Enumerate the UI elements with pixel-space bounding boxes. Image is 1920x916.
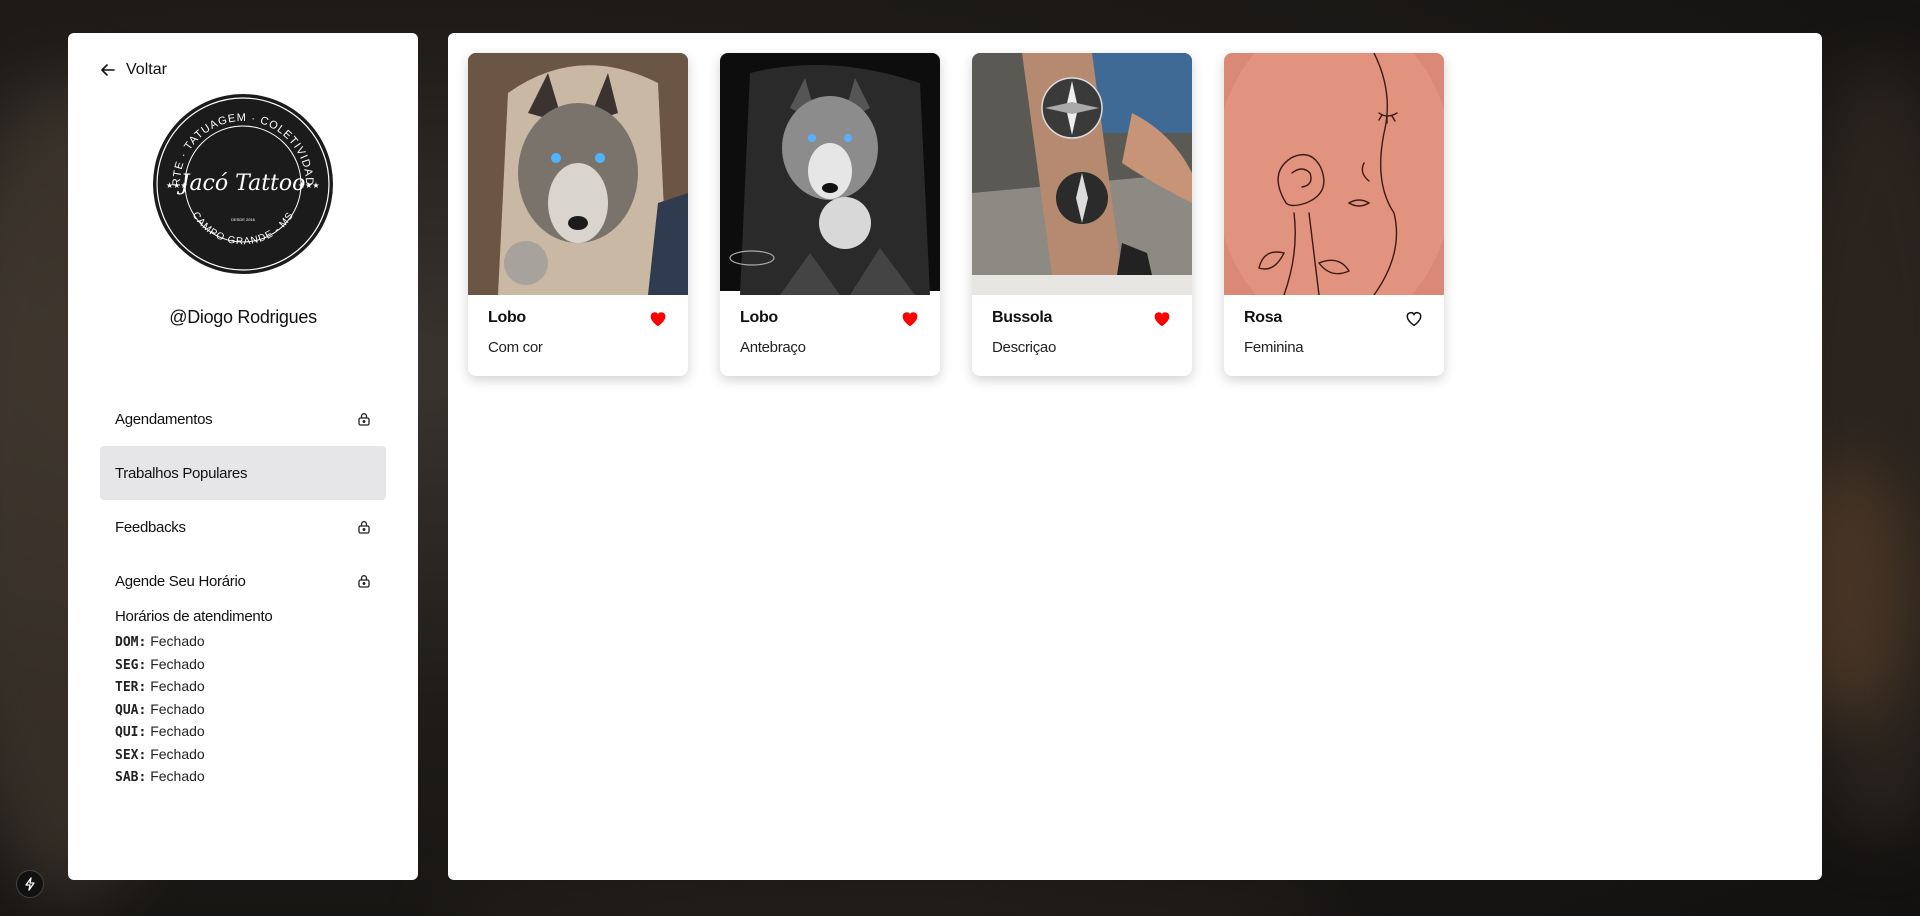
hours-status: Fechado — [150, 723, 205, 739]
hours-day: QUI: — [115, 725, 147, 740]
lock-icon — [358, 575, 370, 588]
studio-logo: ARTE · TATUAGEM · COLETIVIDADE CAMPO GRA… — [152, 93, 333, 274]
nav-item-trabalhos-populares[interactable]: Trabalhos Populares — [100, 446, 386, 500]
work-subtitle: Com cor — [488, 339, 543, 356]
work-title: Bussola — [992, 309, 1053, 326]
hours-day: SEX: — [115, 747, 147, 763]
hours-day: SEG: — [115, 657, 147, 673]
profile-username: @Diogo Rodrigues — [169, 307, 317, 327]
hours-row: TER: Fechado — [115, 676, 375, 699]
hours-row: SEG: Fechado — [115, 654, 375, 677]
nav-item-label: Trabalhos Populares — [115, 464, 248, 482]
nav-item-agende-seu-horario[interactable]: Agende Seu Horário — [100, 554, 386, 608]
nav-item-label: Agendamentos — [115, 410, 213, 428]
work-subtitle: Feminina — [1244, 339, 1304, 356]
hours-row: QUI: Fechado — [115, 721, 375, 744]
hours-day: DOM: — [115, 635, 147, 650]
hours-day: SAB: — [115, 770, 147, 785]
wolf-moon-tattoo-image — [720, 53, 940, 295]
profile-nav: Agendamentos Trabalhos Populares Feedbac… — [100, 392, 386, 608]
work-title: Rosa — [1244, 309, 1282, 326]
bolt-icon — [25, 877, 35, 891]
heart-filled-icon[interactable] — [648, 309, 668, 327]
hours-status: Fechado — [150, 633, 205, 649]
wolf-tattoo-image — [468, 53, 688, 295]
popular-works-grid: Lobo Com cor Lobo Antebraço Bussola Desc… — [468, 53, 1444, 376]
hours-status: Fechado — [150, 655, 205, 672]
nav-item-label: Agende Seu Horário — [115, 572, 246, 590]
svg-text:DESDE 2016: DESDE 2016 — [231, 217, 256, 222]
dev-tools-button[interactable] — [16, 870, 44, 898]
nav-item-label: Feedbacks — [115, 518, 186, 536]
hours-row: SEX: Fechado — [115, 744, 375, 767]
work-card[interactable]: Lobo Com cor — [468, 53, 688, 376]
svg-text:Jacó Tattoo: Jacó Tattoo — [177, 171, 306, 196]
work-card[interactable]: Lobo Antebraço — [720, 53, 940, 376]
work-card[interactable]: Bussola Descriçao — [972, 53, 1192, 376]
heart-filled-icon[interactable] — [900, 309, 920, 327]
nav-item-feedbacks[interactable]: Feedbacks — [100, 500, 386, 554]
hours-status: Fechado — [150, 700, 205, 717]
opening-hours: Horários de atendimento DOM: Fechado SEG… — [115, 608, 375, 789]
hours-day: QUA: — [115, 702, 147, 718]
lock-icon — [358, 413, 370, 426]
hours-status: Fechado — [150, 768, 205, 784]
hours-row: DOM: Fechado — [115, 631, 375, 654]
work-title: Lobo — [488, 309, 526, 326]
hours-row: QUA: Fechado — [115, 699, 375, 722]
heart-outline-icon[interactable] — [1404, 309, 1424, 327]
back-label: Voltar — [126, 61, 167, 78]
hours-day: TER: — [115, 680, 147, 695]
work-subtitle: Descriçao — [992, 339, 1056, 356]
profile-sidebar: Voltar ARTE · TATUAGEM · COLETIVIDADE CA… — [68, 33, 418, 880]
nav-item-agendamentos[interactable]: Agendamentos — [100, 392, 386, 446]
heart-filled-icon[interactable] — [1152, 309, 1172, 327]
hours-status: Fechado — [150, 678, 205, 694]
main-content: Lobo Com cor Lobo Antebraço Bussola Desc… — [448, 33, 1822, 880]
hours-row: SAB: Fechado — [115, 766, 375, 789]
work-subtitle: Antebraço — [740, 339, 806, 356]
rose-tattoo-image — [1224, 53, 1444, 295]
back-button[interactable]: Voltar — [100, 61, 167, 79]
work-title: Lobo — [740, 309, 778, 326]
opening-hours-title: Horários de atendimento — [115, 608, 273, 625]
work-card[interactable]: Rosa Feminina — [1224, 53, 1444, 376]
compass-tattoo-image — [972, 53, 1192, 295]
background-blur — [440, 876, 1340, 916]
lock-icon — [358, 521, 370, 534]
hours-status: Fechado — [150, 745, 205, 762]
arrow-left-icon — [101, 64, 115, 76]
